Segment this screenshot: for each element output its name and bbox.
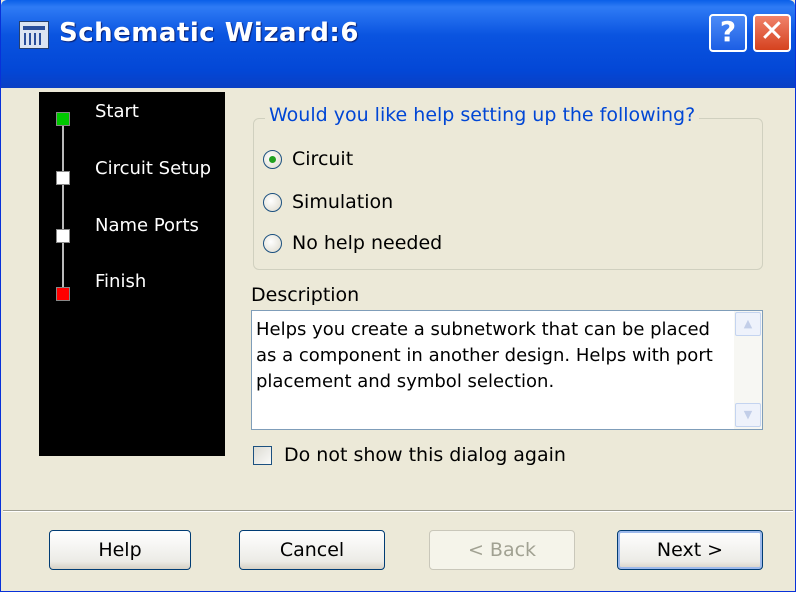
button-separator bbox=[3, 510, 793, 512]
next-button[interactable]: Next > bbox=[617, 530, 763, 570]
description-text: Helps you create a subnetwork that can b… bbox=[256, 319, 713, 392]
close-icon[interactable]: ✕ bbox=[753, 14, 791, 52]
step-label-name-ports: Name Ports bbox=[95, 215, 199, 236]
step-marker-start bbox=[56, 112, 70, 126]
title-bar[interactable]: Schematic Wizard:6 ? ✕ bbox=[1, 0, 795, 88]
step-label-start: Start bbox=[95, 101, 139, 122]
radio-simulation[interactable] bbox=[263, 192, 282, 212]
step-label-finish: Finish bbox=[95, 271, 147, 292]
radio-option-circuit[interactable]: Circuit bbox=[263, 148, 353, 170]
help-button[interactable]: Help bbox=[49, 530, 191, 570]
setup-options-legend: Would you like help setting up the follo… bbox=[265, 104, 700, 126]
scroll-down-icon[interactable]: ▼ bbox=[735, 403, 761, 427]
dont-show-again-checkbox[interactable] bbox=[253, 445, 272, 465]
wizard-window: Schematic Wizard:6 ? ✕ Start Circuit Set… bbox=[0, 0, 796, 592]
description-label: Description bbox=[251, 284, 360, 306]
back-button[interactable]: < Back bbox=[429, 530, 575, 570]
radio-circuit[interactable] bbox=[263, 149, 282, 169]
radio-option-simulation[interactable]: Simulation bbox=[263, 191, 393, 213]
radio-label-no-help: No help needed bbox=[292, 232, 443, 254]
step-label-circuit-setup: Circuit Setup bbox=[95, 158, 212, 179]
radio-option-no-help[interactable]: No help needed bbox=[263, 232, 442, 254]
cancel-button[interactable]: Cancel bbox=[239, 530, 385, 570]
dont-show-again-label: Do not show this dialog again bbox=[284, 444, 566, 466]
steps-connector bbox=[62, 120, 64, 296]
help-icon[interactable]: ? bbox=[709, 14, 747, 52]
dont-show-again-option[interactable]: Do not show this dialog again bbox=[253, 444, 566, 466]
radio-label-simulation: Simulation bbox=[292, 191, 394, 213]
step-marker-finish bbox=[56, 287, 70, 301]
scroll-up-icon[interactable]: ▲ bbox=[735, 312, 761, 336]
description-textarea[interactable]: Helps you create a subnetwork that can b… bbox=[251, 310, 763, 430]
description-scrollbar[interactable]: ▲ ▼ bbox=[734, 311, 762, 429]
step-marker-circuit-setup bbox=[56, 171, 70, 185]
schematic-app-icon bbox=[19, 21, 49, 49]
radio-label-circuit: Circuit bbox=[292, 148, 354, 170]
radio-no-help[interactable] bbox=[263, 233, 282, 253]
window-title: Schematic Wizard:6 bbox=[59, 18, 359, 48]
step-marker-name-ports bbox=[56, 229, 70, 243]
